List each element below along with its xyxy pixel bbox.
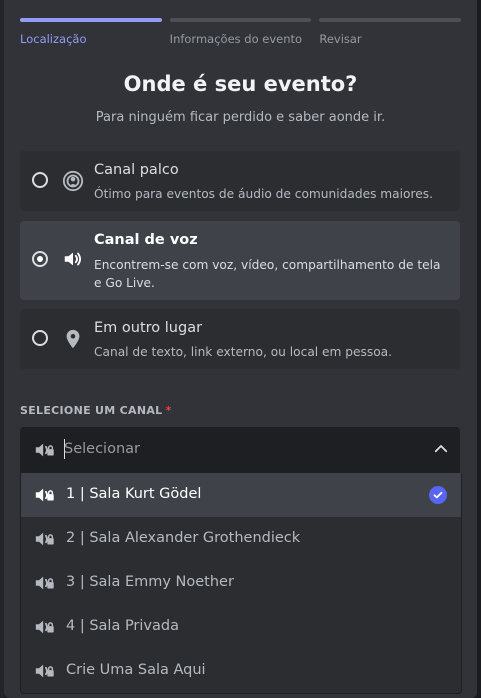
radio-button-selected[interactable] (32, 251, 48, 267)
label-text: SELECIONE UM CANAL (20, 404, 163, 417)
option-title: Em outro lugar (94, 320, 203, 336)
step-label: Revisar (319, 32, 362, 46)
voice-channel-icon (35, 443, 54, 457)
item-label: 3 | Sala Emmy Noether (66, 574, 234, 590)
step-location: Localização (20, 18, 162, 46)
step-event-info: Informações do evento (169, 18, 312, 46)
channel-dropdown-list: 1 | Sala Kurt Gödel 2 | Sala Alexander G… (20, 473, 462, 694)
item-label: 2 | Sala Alexander Grothendieck (66, 530, 301, 546)
option-title: Canal de voz (94, 232, 198, 248)
radio-button[interactable] (32, 172, 48, 188)
location-pin-icon (66, 329, 80, 349)
dropdown-item[interactable]: 4 | Sala Privada (21, 605, 461, 649)
required-mark: * (165, 404, 172, 417)
modal-title: Onde é seu evento? (123, 72, 358, 96)
dropdown-item[interactable]: Crie Uma Sala Aqui (21, 649, 461, 693)
voice-channel-icon (35, 664, 54, 678)
item-label: 1 | Sala Kurt Gödel (66, 486, 202, 502)
step-progress: Localização Informações do evento Revisa… (20, 18, 462, 46)
dropdown-item[interactable]: 2 | Sala Alexander Grothendieck (21, 517, 461, 561)
step-label: Informações do evento (169, 32, 303, 46)
option-description: Encontrem-se com voz, vídeo, compartilha… (94, 258, 441, 290)
select-input[interactable]: Selecionar (64, 441, 140, 457)
voice-channel-icon (35, 620, 54, 634)
dropdown-item[interactable]: 1 | Sala Kurt Gödel (21, 473, 461, 517)
channel-select[interactable]: Selecionar (20, 427, 460, 473)
voice-channel-icon (35, 532, 54, 546)
option-elsewhere[interactable]: Em outro lugar Canal de texto, link exte… (20, 309, 460, 369)
option-voice-channel[interactable]: Canal de voz Encontrem-se com voz, vídeo… (20, 221, 460, 300)
item-label: Crie Uma Sala Aqui (66, 662, 206, 678)
checkmark-icon (429, 486, 447, 504)
option-title: Canal palco (94, 162, 179, 178)
channel-select-label: SELECIONE UM CANAL * (20, 404, 172, 417)
create-event-modal: Localização Informações do evento Revisa… (4, 0, 477, 698)
step-bar (20, 18, 162, 22)
voice-channel-icon (35, 576, 54, 590)
step-bar (169, 18, 312, 22)
step-label: Localização (20, 32, 87, 46)
step-review: Revisar (319, 18, 462, 46)
dropdown-item[interactable]: 3 | Sala Emmy Noether (21, 561, 461, 605)
stage-icon (62, 170, 84, 192)
option-description: Canal de texto, link externo, ou local e… (94, 345, 393, 359)
step-bar (319, 18, 462, 22)
modal-subtitle: Para ninguém ficar perdido e saber aonde… (95, 110, 386, 125)
speaker-icon (64, 252, 82, 266)
option-stage-channel[interactable]: Canal palco Ótimo para eventos de áudio … (20, 151, 460, 211)
item-label: 4 | Sala Privada (66, 618, 179, 634)
radio-button[interactable] (32, 330, 48, 346)
voice-channel-icon (35, 488, 54, 502)
option-description: Ótimo para eventos de áudio de comunidad… (94, 187, 433, 201)
chevron-up-icon[interactable] (432, 440, 450, 458)
